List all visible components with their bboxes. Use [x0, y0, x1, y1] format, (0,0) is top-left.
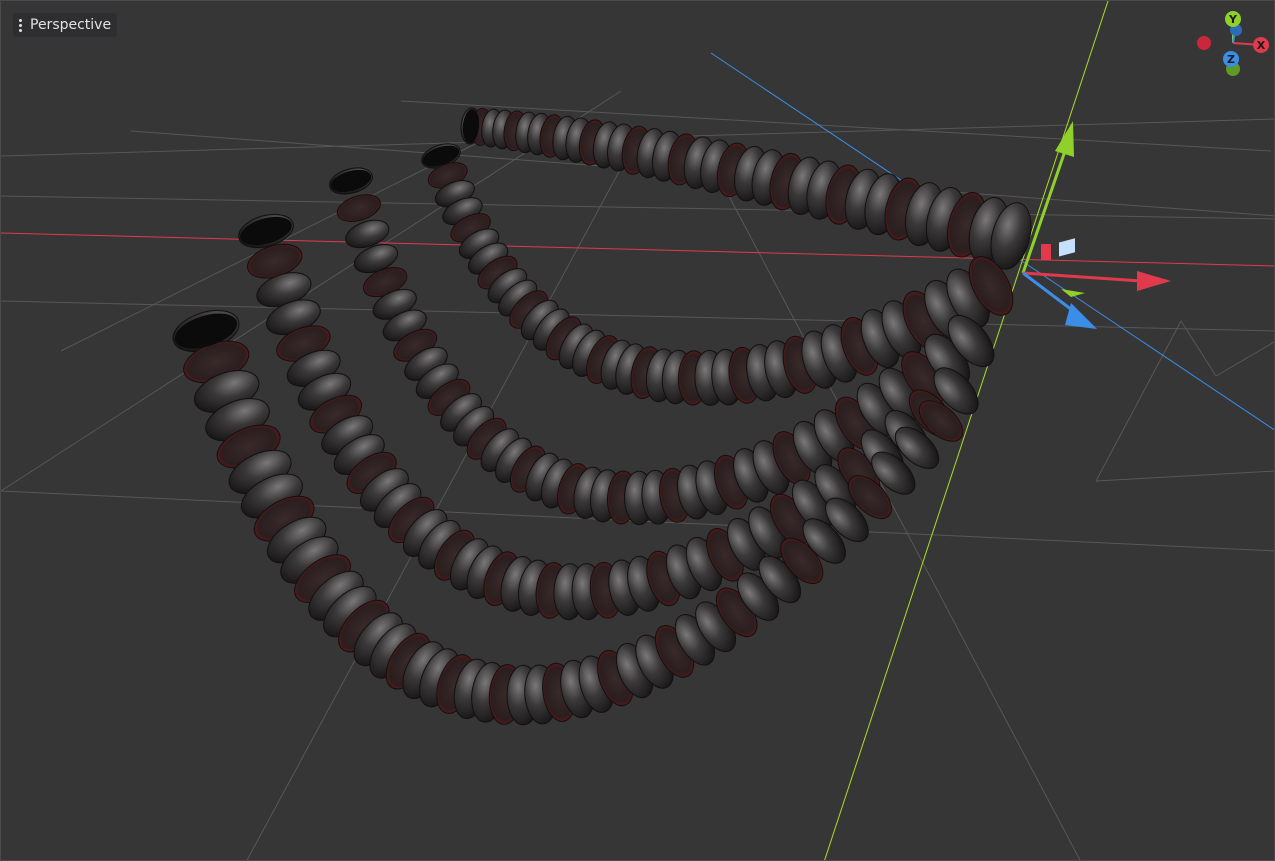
view-menu-button[interactable]: Perspective	[13, 13, 118, 37]
gizmo-plane-handle-yz[interactable]	[1041, 244, 1051, 260]
world-x-axis	[1, 232, 1274, 267]
hose-meshes[interactable]	[168, 107, 1038, 726]
kebab-menu-icon	[17, 18, 24, 32]
view-mode-label: Perspective	[30, 17, 112, 33]
axis-orientation-gizmo-icon[interactable]: Y X Z	[1189, 7, 1273, 83]
gizmo-y-label: Y	[1228, 13, 1238, 26]
3d-viewport[interactable]: Perspective Y X Z	[0, 0, 1275, 861]
transform-gizmo[interactable]	[1021, 121, 1171, 329]
gizmo-x-arrow-head[interactable]	[1137, 271, 1171, 291]
gizmo-z-label: Z	[1227, 53, 1235, 66]
gizmo-x-label: X	[1257, 39, 1266, 52]
scene-canvas[interactable]	[1, 1, 1275, 861]
gizmo-plane-handle-xy[interactable]	[1059, 238, 1075, 257]
gizmo-x-arrow-shaft[interactable]	[1022, 271, 1142, 283]
gizmo-neg-x-handle[interactable]	[1197, 36, 1211, 50]
gizmo-plane-handle-xz[interactable]	[1061, 289, 1085, 297]
